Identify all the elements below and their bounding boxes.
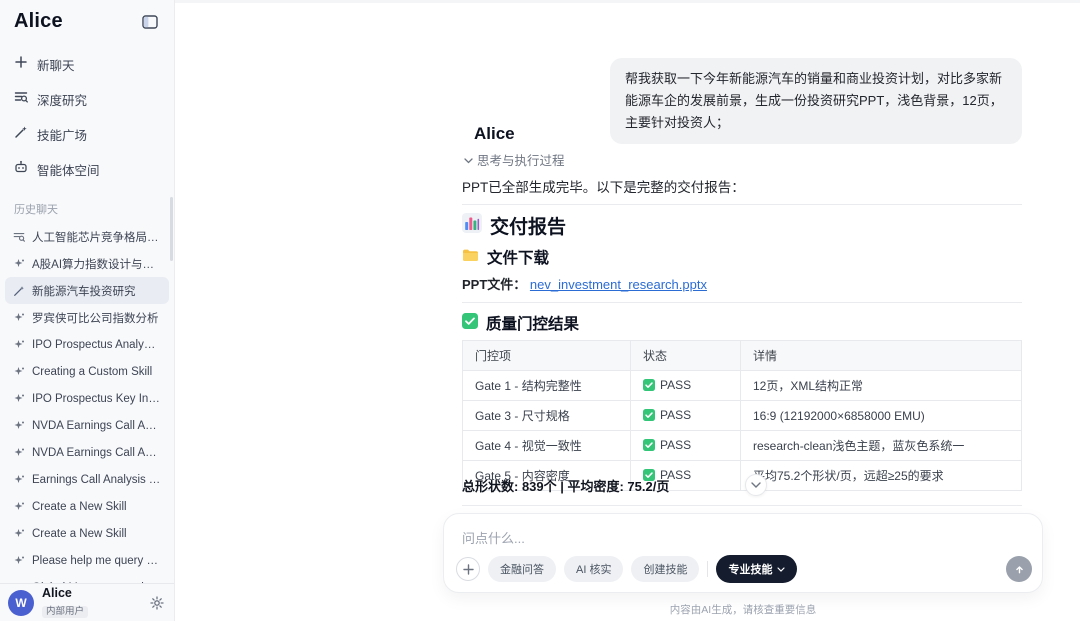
sidebar-nav: 新聊天 深度研究 技能广场 智能体空间	[0, 39, 174, 187]
sparkle-icon	[13, 339, 25, 351]
top-strip	[175, 0, 1080, 3]
scroll-to-bottom-button[interactable]	[745, 474, 767, 496]
attach-button[interactable]	[456, 557, 480, 581]
sidebar-item-label: 新聊天	[37, 55, 75, 74]
history-item[interactable]: A股AI算力指数设计与回测分析	[5, 250, 169, 277]
history-item[interactable]: Creating a Custom Skill	[5, 358, 169, 385]
sparkle-icon	[13, 528, 25, 540]
history-item[interactable]: Create a New Skill	[5, 520, 169, 547]
table-header-row: 门控项 状态 详情	[463, 341, 1022, 371]
sparkle-icon	[13, 474, 25, 486]
gear-icon[interactable]	[150, 596, 164, 610]
sparkle-icon	[13, 393, 25, 405]
wand-icon	[13, 285, 25, 297]
chevron-down-icon	[464, 153, 473, 167]
sidebar-scrollbar[interactable]	[170, 197, 173, 261]
files-title: 文件下载	[462, 246, 1022, 268]
sidebar-item-deep-research[interactable]: 深度研究	[8, 82, 166, 117]
sidebar-item-label: 深度研究	[37, 90, 87, 109]
chevron-down-icon	[777, 563, 785, 575]
ppt-file-link[interactable]: nev_investment_research.pptx	[530, 277, 707, 292]
message-input[interactable]: 问点什么...	[462, 528, 525, 547]
send-button[interactable]	[1006, 556, 1032, 582]
divider	[462, 204, 1022, 205]
app-logo: Alice	[14, 10, 63, 33]
divider	[462, 302, 1022, 303]
pro-skill-dropdown[interactable]: 专业技能	[716, 555, 797, 583]
shapes-summary: 总形状数: 839个 | 平均密度: 75.2/页	[462, 476, 1022, 495]
user-name: Alice	[42, 587, 150, 601]
sidebar-item-skill-plaza[interactable]: 技能广场	[8, 117, 166, 152]
sidebar-item-agent-space[interactable]: 智能体空间	[8, 152, 166, 187]
sidebar-item-label: 技能广场	[37, 125, 87, 144]
pass-badge: PASS	[643, 408, 691, 422]
sparkle-icon	[13, 420, 25, 432]
user-badge: 内部用户	[42, 606, 88, 618]
pass-badge: PASS	[643, 378, 691, 392]
quality-title: 质量门控结果	[462, 312, 1022, 334]
history-item[interactable]: Please help me query the i...	[5, 547, 169, 574]
history-item[interactable]: 罗宾侠可比公司指数分析	[5, 304, 169, 331]
divider	[462, 505, 1022, 506]
check-icon	[462, 313, 478, 334]
history-item[interactable]: 人工智能芯片竞争格局分析	[5, 223, 169, 250]
sparkle-icon	[13, 258, 25, 270]
pass-badge: PASS	[643, 438, 691, 452]
sidebar-toggle-icon[interactable]	[142, 14, 160, 30]
history-item[interactable]: Earnings Call Analysis Tool	[5, 466, 169, 493]
history-item[interactable]: NVDA Earnings Call Analyzer	[5, 412, 169, 439]
process-toggle[interactable]: 思考与执行过程	[464, 150, 565, 169]
history-item[interactable]: Create a New Skill	[5, 493, 169, 520]
robot-icon	[14, 160, 28, 179]
assistant-name: Alice	[474, 124, 515, 144]
ppt-file-line: PPT文件： nev_investment_research.pptx	[462, 274, 1022, 293]
history-item-selected[interactable]: 新能源汽车投资研究	[5, 277, 169, 304]
pill-ai-verify[interactable]: AI 核实	[564, 556, 623, 582]
folder-icon	[462, 248, 479, 267]
composer[interactable]: 问点什么... 金融问答 AI 核实 创建技能 专业技能	[443, 513, 1043, 593]
table-row: Gate 4 - 视觉一致性 PASS research-clean浅色主题，蓝…	[463, 431, 1022, 461]
chat-area: 帮我获取一下今年新能源汽车的销量和商业投资计划，对比多家新能源车企的发展前景，生…	[175, 0, 1080, 621]
user-profile[interactable]: W Alice 内部用户	[0, 583, 174, 621]
sparkle-icon	[13, 555, 25, 567]
assistant-intro: PPT已全部生成完毕。以下是完整的交付报告：	[462, 176, 1022, 196]
history-item[interactable]: IPO Prospectus Key Info Ext...	[5, 385, 169, 412]
ppt-file-label: PPT文件：	[462, 277, 526, 292]
quality-gates-table: 门控项 状态 详情 Gate 1 - 结构完整性 PASS 12页，XML结构正…	[462, 340, 1022, 491]
sparkle-icon	[13, 447, 25, 459]
sparkle-icon	[13, 366, 25, 378]
bar-chart-icon	[462, 213, 482, 239]
history-item[interactable]: IPO Prospectus Analysis Skill	[5, 331, 169, 358]
divider	[707, 561, 708, 577]
table-row: Gate 3 - 尺寸规格 PASS 16:9 (12192000×685800…	[463, 401, 1022, 431]
avatar: W	[8, 590, 34, 616]
sidebar-item-label: 智能体空间	[37, 160, 100, 179]
wand-icon	[14, 125, 28, 144]
table-row: Gate 1 - 结构完整性 PASS 12页，XML结构正常	[463, 371, 1022, 401]
history-item[interactable]: NVDA Earnings Call Analysis	[5, 439, 169, 466]
sparkle-icon	[13, 501, 25, 513]
pill-create-skill[interactable]: 创建技能	[631, 556, 699, 582]
process-toggle-label: 思考与执行过程	[477, 150, 565, 169]
sparkle-icon	[13, 312, 25, 324]
ai-disclaimer: 内容由AI生成，请核查重要信息	[443, 602, 1043, 617]
history-list: 人工智能芯片竞争格局分析 A股AI算力指数设计与回测分析 新能源汽车投资研究 罗…	[0, 219, 174, 601]
history-header: 历史聊天	[14, 201, 174, 217]
sidebar: Alice 新聊天 深度研究 技能广场 智能体空间 历史聊天 人工智能芯片竞争格…	[0, 0, 175, 621]
deep-research-icon	[14, 90, 28, 109]
user-message: 帮我获取一下今年新能源汽车的销量和商业投资计划，对比多家新能源车企的发展前景，生…	[610, 58, 1022, 144]
sidebar-item-new-chat[interactable]: 新聊天	[8, 47, 166, 82]
plus-icon	[14, 55, 28, 74]
pill-finance-qa[interactable]: 金融问答	[488, 556, 556, 582]
report-title: 交付报告	[462, 212, 1022, 239]
deep-research-icon	[13, 231, 25, 243]
